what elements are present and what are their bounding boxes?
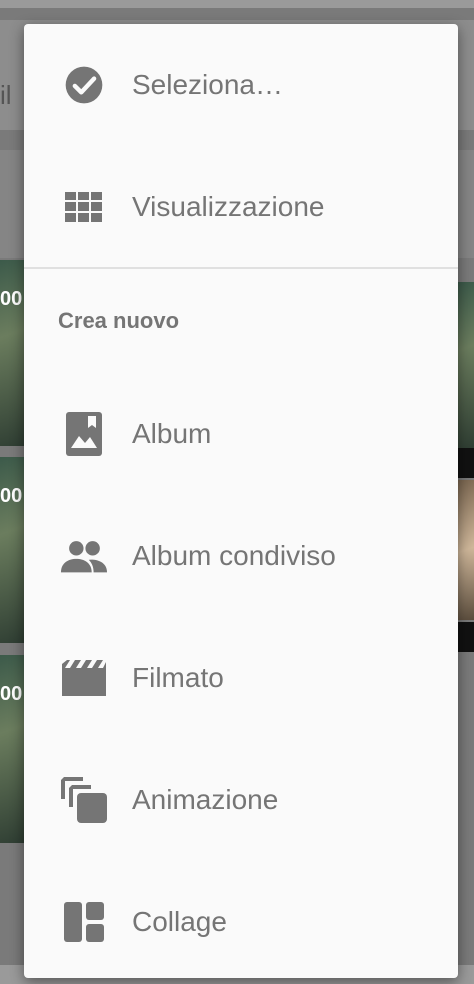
menu-item-album[interactable]: Album: [24, 373, 458, 494]
collage-icon: [60, 898, 108, 946]
thumbnail-duration: 00: [0, 683, 23, 705]
background-thumbnail: [458, 480, 474, 620]
thumbnail-duration: 00: [0, 485, 23, 507]
background-search-text: il: [0, 80, 12, 110]
menu-item-movie[interactable]: Filmato: [24, 617, 458, 738]
overflow-menu: Seleziona… Visualizzazione Crea nuovo Al…: [24, 24, 458, 978]
menu-item-label: Album: [132, 417, 212, 449]
background-thumbnail: [458, 282, 474, 448]
people-icon: [60, 532, 108, 580]
menu-item-label: Collage: [132, 905, 227, 937]
background-thumbnail: [458, 448, 474, 478]
menu-item-label: Album condiviso: [132, 539, 336, 571]
menu-item-view[interactable]: Visualizzazione: [24, 146, 458, 267]
menu-divider: [24, 267, 458, 269]
background-thumbnail: 00: [0, 655, 24, 843]
background-top-bar: [0, 0, 474, 8]
menu-item-label: Seleziona…: [132, 68, 283, 100]
background-thumbnail: 00: [0, 260, 24, 446]
background-thumbnail: [458, 622, 474, 652]
menu-item-shared-album[interactable]: Album condiviso: [24, 495, 458, 616]
menu-item-animation[interactable]: Animazione: [24, 739, 458, 860]
menu-item-collage[interactable]: Collage: [24, 861, 458, 982]
animation-stack-icon: [60, 776, 108, 824]
section-title-create-new: Crea nuovo: [58, 308, 180, 333]
photo-album-icon: [60, 410, 108, 458]
background-thumbnail: 00: [0, 457, 24, 643]
thumbnail-duration: 00: [0, 288, 23, 310]
check-circle-icon: [60, 61, 108, 109]
menu-item-label: Animazione: [132, 783, 279, 815]
menu-item-label: Filmato: [132, 661, 224, 693]
grid-view-icon: [60, 183, 108, 231]
menu-item-select[interactable]: Seleziona…: [24, 24, 458, 145]
movie-clapper-icon: [60, 654, 108, 702]
menu-item-label: Visualizzazione: [132, 190, 325, 222]
